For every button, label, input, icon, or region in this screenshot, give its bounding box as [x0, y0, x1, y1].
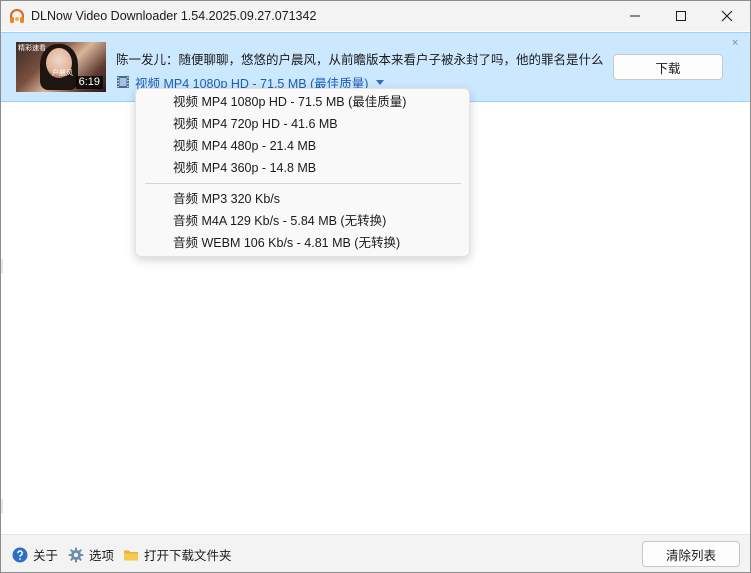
minimize-icon	[630, 15, 640, 17]
download-button[interactable]: 下载	[613, 54, 723, 80]
open-folder-button[interactable]: 打开下载文件夹	[123, 545, 232, 564]
title-bar[interactable]: DLNow Video Downloader 1.54.2025.09.27.0…	[1, 1, 750, 31]
video-thumbnail[interactable]: 精彩速看 户晨风 6:19	[16, 42, 106, 92]
folder-icon	[124, 550, 138, 560]
maximize-icon	[676, 11, 686, 21]
menu-item-audio-m4a[interactable]: 音频 M4A 129 Kb/s - 5.84 MB (无转换)	[173, 214, 386, 228]
menu-item-video-1080p[interactable]: 视频 MP4 1080p HD - 71.5 MB (最佳质量)	[173, 95, 406, 109]
close-window-button[interactable]	[704, 1, 750, 31]
menu-item-video-720p[interactable]: 视频 MP4 720p HD - 41.6 MB	[173, 117, 338, 131]
chevron-down-icon[interactable]	[376, 79, 385, 85]
menu-item-audio-mp3[interactable]: 音频 MP3 320 Kb/s	[173, 192, 280, 206]
options-button[interactable]: 选项	[68, 545, 114, 564]
menu-item-audio-webm[interactable]: 音频 WEBM 106 Kb/s - 4.81 MB (无转换)	[173, 236, 400, 250]
video-title: 陈一发儿：随便聊聊，悠悠的户晨风，从前瞻版本来看户子被永封了吗，他的罪名是什么	[116, 53, 604, 67]
remove-item-button[interactable]: ×	[732, 38, 738, 49]
menu-separator	[145, 183, 461, 184]
menu-item-video-360p[interactable]: 视频 MP4 360p - 14.8 MB	[173, 161, 316, 175]
app-window: DLNow Video Downloader 1.54.2025.09.27.0…	[0, 0, 751, 573]
thumbnail-subcaption: 户晨风	[52, 70, 73, 77]
format-dropdown-menu: 视频 MP4 1080p HD - 71.5 MB (最佳质量) 视频 MP4 …	[135, 88, 470, 257]
maximize-button[interactable]	[658, 1, 704, 31]
about-button[interactable]: 关于	[12, 545, 58, 564]
thumbnail-caption: 精彩速看	[18, 45, 46, 52]
edge-marker	[1, 499, 3, 513]
headphones-icon	[10, 9, 24, 23]
video-duration: 6:19	[75, 76, 103, 89]
minimize-button[interactable]	[612, 1, 658, 31]
about-label: 关于	[33, 549, 59, 563]
bottom-toolbar: 关于 选项 打开下载文件夹 清除列表	[1, 534, 750, 572]
film-icon	[117, 76, 129, 88]
edge-marker	[1, 259, 3, 273]
options-label: 选项	[89, 549, 115, 563]
open-folder-label: 打开下载文件夹	[144, 549, 232, 563]
window-title: DLNow Video Downloader 1.54.2025.09.27.0…	[31, 9, 317, 23]
clear-list-button[interactable]: 清除列表	[642, 541, 740, 567]
gear-icon	[68, 547, 84, 562]
menu-item-video-480p[interactable]: 视频 MP4 480p - 21.4 MB	[173, 139, 316, 153]
close-icon	[721, 10, 733, 22]
help-icon	[12, 547, 28, 562]
